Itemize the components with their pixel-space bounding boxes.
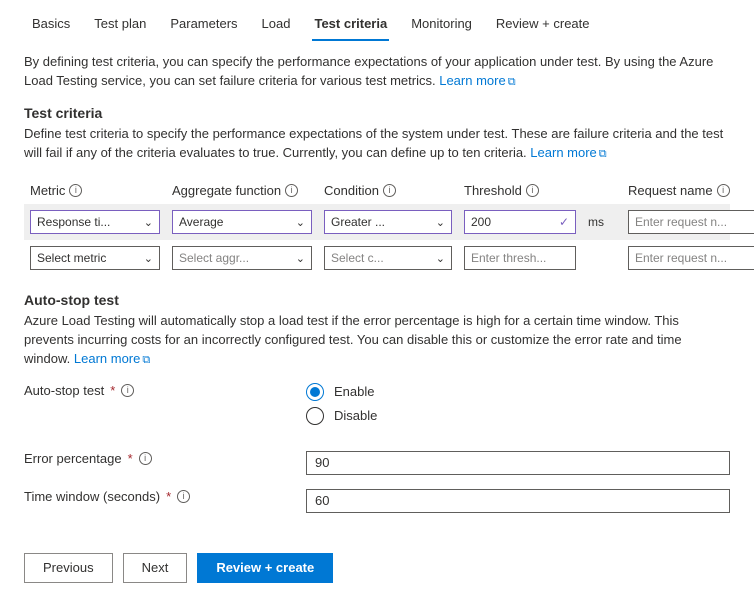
request-name-input[interactable]: Enter request n... xyxy=(628,210,754,234)
criteria-table: Metric i Aggregate function i Condition … xyxy=(24,177,730,277)
condition-dropdown[interactable]: Greater ...⌄ xyxy=(324,210,452,234)
request-name-input[interactable]: Enter request n... xyxy=(628,246,754,270)
chevron-down-icon: ⌄ xyxy=(296,252,305,265)
previous-button[interactable]: Previous xyxy=(24,553,113,583)
error-percentage-label: Error percentage* i xyxy=(24,451,306,466)
intro-body: By defining test criteria, you can speci… xyxy=(24,54,713,88)
time-window-input[interactable]: 60 xyxy=(306,489,730,513)
info-icon[interactable]: i xyxy=(121,384,134,397)
time-window-label: Time window (seconds)* i xyxy=(24,489,306,504)
header-condition: Condition xyxy=(324,183,379,199)
tab-monitoring[interactable]: Monitoring xyxy=(399,10,484,41)
chevron-down-icon: ⌄ xyxy=(296,216,305,229)
intro-text: By defining test criteria, you can speci… xyxy=(24,53,730,91)
auto-stop-disable-radio[interactable]: Disable xyxy=(306,407,377,425)
criteria-row: Select metric⌄ Select aggr...⌄ Select c.… xyxy=(24,240,730,276)
threshold-input[interactable]: 200✓ xyxy=(464,210,576,234)
auto-stop-enable-radio[interactable]: Enable xyxy=(306,383,377,401)
header-request-name: Request name xyxy=(628,183,713,199)
threshold-unit: ms xyxy=(588,215,616,229)
test-criteria-heading: Test criteria xyxy=(24,105,730,121)
tab-bar: Basics Test plan Parameters Load Test cr… xyxy=(0,0,754,41)
auto-stop-radio-group: Enable Disable xyxy=(306,383,377,425)
chevron-down-icon: ⌄ xyxy=(144,216,153,229)
footer-buttons: Previous Next Review + create xyxy=(0,513,754,583)
autostop-learn-more-link[interactable]: Learn more⧉ xyxy=(74,351,150,366)
external-link-icon: ⧉ xyxy=(508,76,516,88)
check-icon: ✓ xyxy=(559,215,569,229)
tab-review-create[interactable]: Review + create xyxy=(484,10,602,41)
external-link-icon: ⧉ xyxy=(142,354,150,366)
info-icon[interactable]: i xyxy=(177,490,190,503)
tab-parameters[interactable]: Parameters xyxy=(158,10,249,41)
header-metric: Metric xyxy=(30,183,65,199)
chevron-down-icon: ⌄ xyxy=(144,252,153,265)
criteria-learn-more-link[interactable]: Learn more⧉ xyxy=(530,145,606,160)
external-link-icon: ⧉ xyxy=(599,148,607,160)
header-threshold: Threshold xyxy=(464,183,522,199)
test-criteria-description: Define test criteria to specify the perf… xyxy=(24,125,730,163)
next-button[interactable]: Next xyxy=(123,553,188,583)
auto-stop-description: Azure Load Testing will automatically st… xyxy=(24,312,730,369)
criteria-row: Response ti...⌄ Average⌄ Greater ...⌄ 20… xyxy=(24,204,730,240)
info-icon[interactable]: i xyxy=(717,184,730,197)
error-percentage-input[interactable]: 90 xyxy=(306,451,730,475)
auto-stop-label: Auto-stop test* i xyxy=(24,383,306,398)
threshold-input[interactable]: Enter thresh... xyxy=(464,246,576,270)
chevron-down-icon: ⌄ xyxy=(436,216,445,229)
chevron-down-icon: ⌄ xyxy=(436,252,445,265)
tab-basics[interactable]: Basics xyxy=(20,10,82,41)
metric-dropdown[interactable]: Select metric⌄ xyxy=(30,246,160,270)
info-icon[interactable]: i xyxy=(526,184,539,197)
aggregate-dropdown[interactable]: Average⌄ xyxy=(172,210,312,234)
intro-learn-more-link[interactable]: Learn more⧉ xyxy=(439,73,515,88)
info-icon[interactable]: i xyxy=(69,184,82,197)
aggregate-dropdown[interactable]: Select aggr...⌄ xyxy=(172,246,312,270)
info-icon[interactable]: i xyxy=(139,452,152,465)
metric-dropdown[interactable]: Response ti...⌄ xyxy=(30,210,160,234)
review-create-button[interactable]: Review + create xyxy=(197,553,333,583)
tab-test-plan[interactable]: Test plan xyxy=(82,10,158,41)
header-aggregate: Aggregate function xyxy=(172,183,281,199)
condition-dropdown[interactable]: Select c...⌄ xyxy=(324,246,452,270)
criteria-header-row: Metric i Aggregate function i Condition … xyxy=(24,177,730,205)
tab-test-criteria[interactable]: Test criteria xyxy=(302,10,399,41)
info-icon[interactable]: i xyxy=(285,184,298,197)
info-icon[interactable]: i xyxy=(383,184,396,197)
tab-load[interactable]: Load xyxy=(250,10,303,41)
auto-stop-heading: Auto-stop test xyxy=(24,292,730,308)
